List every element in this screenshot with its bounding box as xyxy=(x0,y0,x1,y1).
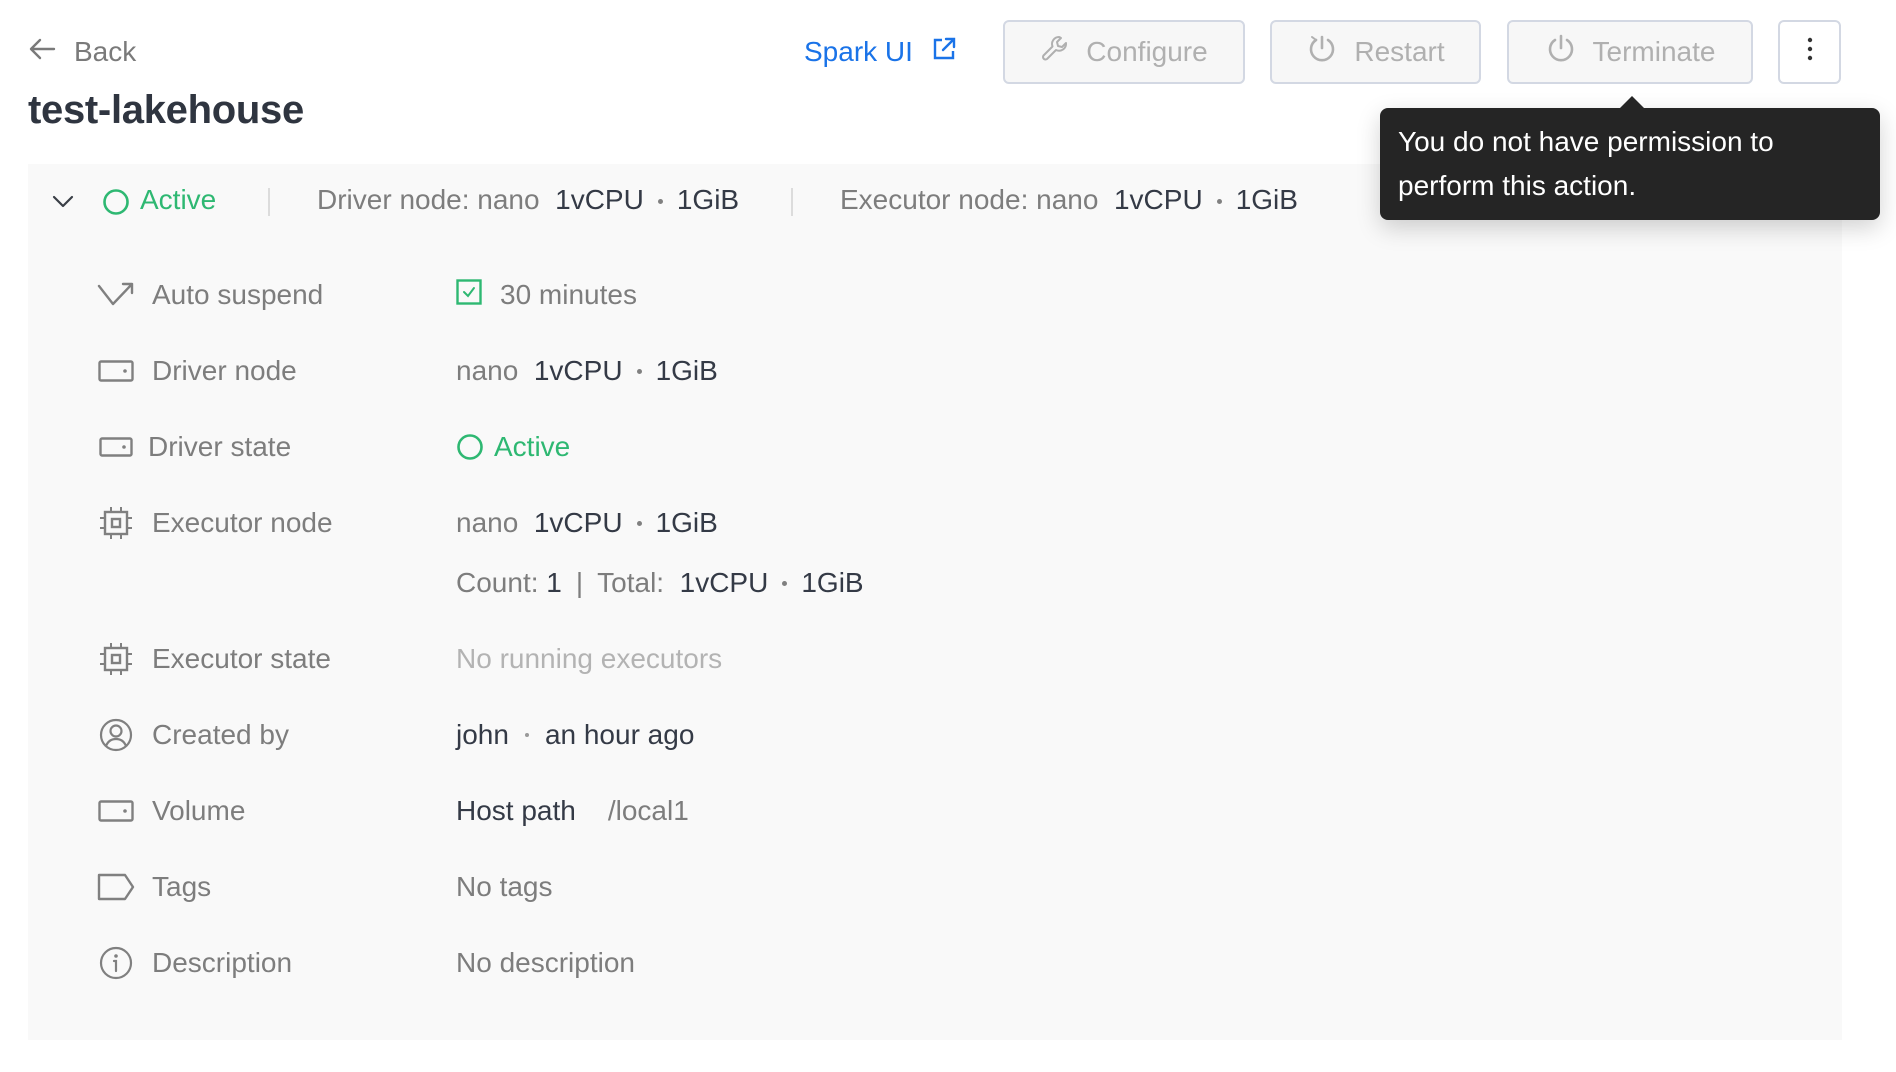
dot-separator xyxy=(636,520,642,526)
auto-suspend-icon xyxy=(96,277,136,313)
divider xyxy=(268,188,270,216)
back-label: Back xyxy=(74,36,137,67)
tags-value: No tags xyxy=(456,871,553,902)
terminate-label: Terminate xyxy=(1592,36,1716,67)
created-time: an hour ago xyxy=(544,719,695,750)
dot-separator xyxy=(636,368,642,374)
wrench-icon xyxy=(1040,34,1070,71)
divider xyxy=(791,188,793,216)
drive-icon xyxy=(96,353,136,389)
restart-button[interactable]: Restart xyxy=(1270,20,1481,84)
spark-ui-label: Spark UI xyxy=(804,36,913,67)
restart-icon xyxy=(1306,33,1338,72)
volume-type: Host path xyxy=(456,795,576,826)
dot-separator xyxy=(1216,199,1222,205)
detail-row-executor-state: Executor state No running executors xyxy=(28,637,1842,681)
executor-node-summary: Executor node: nano 1vCPU 1GiB xyxy=(840,184,1298,215)
status-badge: Active xyxy=(140,184,217,215)
executor-state-value: No running executors xyxy=(456,643,723,674)
spark-ui-link[interactable]: Spark UI xyxy=(804,34,957,70)
page-title: test-lakehouse xyxy=(28,88,304,132)
detail-row-driver-node: Driver node nano 1vCPU 1GiB xyxy=(28,349,1842,393)
configure-button[interactable]: Configure xyxy=(1003,20,1245,84)
driver-node-summary: Driver node: nano 1vCPU 1GiB xyxy=(317,184,740,215)
detail-row-description: Description No description xyxy=(28,941,1842,985)
more-vertical-icon xyxy=(1807,36,1813,68)
executor-count-row: Count: 1 | Total: 1vCPU 1GiB xyxy=(456,567,864,598)
detail-row-executor-node: Executor node nano 1vCPU 1GiB xyxy=(28,501,1842,545)
configure-label: Configure xyxy=(1086,36,1208,67)
driver-state-value: Active xyxy=(494,431,571,462)
power-icon xyxy=(1545,33,1577,72)
status-active-icon xyxy=(102,188,130,223)
drive-icon xyxy=(96,793,136,829)
detail-row-volume: Volume Host path /local1 xyxy=(28,789,1842,833)
drive-icon xyxy=(96,429,136,465)
permission-tooltip: You do not have permission to perform th… xyxy=(1380,96,1880,220)
detail-row-driver-state: Driver state Active xyxy=(28,425,1842,469)
auto-suspend-value: 30 minutes xyxy=(500,279,637,310)
tag-icon xyxy=(96,869,136,905)
tooltip-text: You do not have permission to perform th… xyxy=(1398,126,1774,201)
back-link[interactable]: Back xyxy=(28,34,136,70)
arrow-left-icon xyxy=(28,36,56,68)
detail-row-tags: Tags No tags xyxy=(28,865,1842,909)
description-value: No description xyxy=(456,947,635,978)
restart-label: Restart xyxy=(1354,36,1445,67)
tooltip-arrow xyxy=(1620,96,1644,108)
user-circle-icon xyxy=(96,717,136,753)
details-panel: Active Driver node: nano 1vCPU 1GiB Execu… xyxy=(28,164,1842,1040)
terminate-button[interactable]: Terminate xyxy=(1507,20,1753,84)
cpu-chip-icon xyxy=(96,641,136,677)
auto-suspend-checkbox[interactable] xyxy=(456,278,482,312)
cpu-chip-icon xyxy=(96,505,136,541)
detail-row-auto-suspend: Auto suspend 30 minutes xyxy=(28,273,1842,317)
pipe-separator: | xyxy=(575,567,584,598)
external-link-icon xyxy=(931,36,957,69)
dot-separator xyxy=(657,199,663,205)
detail-row-created-by: Created by john an hour ago xyxy=(28,713,1842,757)
volume-path: /local1 xyxy=(607,795,689,826)
creator-name: john xyxy=(456,719,509,750)
dot-separator xyxy=(524,733,529,737)
status-active-icon xyxy=(456,433,484,461)
dot-separator xyxy=(782,580,788,586)
more-actions-button[interactable] xyxy=(1778,20,1841,84)
chevron-down-icon[interactable] xyxy=(52,188,74,223)
info-icon xyxy=(96,945,136,981)
